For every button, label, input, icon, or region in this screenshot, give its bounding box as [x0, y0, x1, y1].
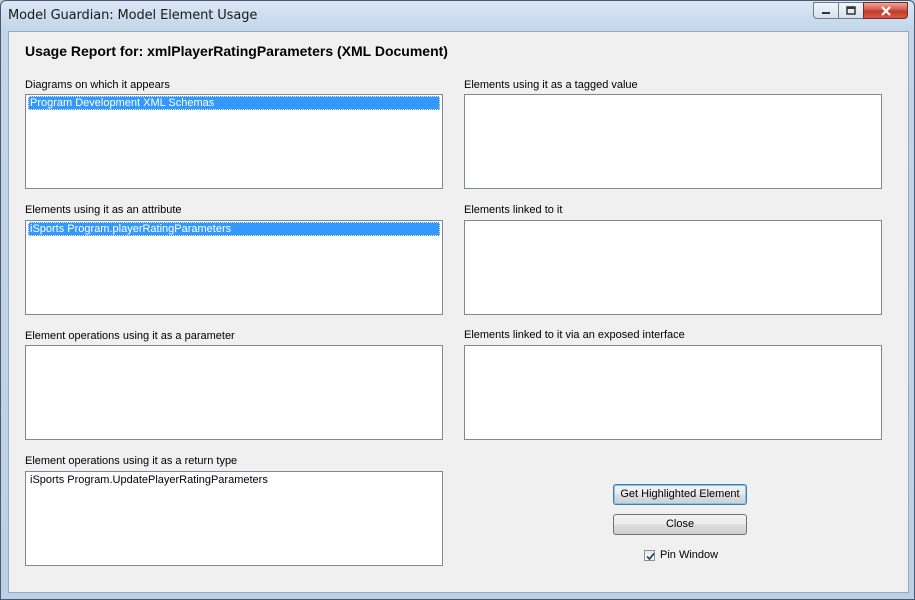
tagged-value-listbox[interactable] — [464, 94, 882, 189]
minimize-icon — [822, 11, 830, 14]
exposed-interface-label: Elements linked to it via an exposed int… — [464, 329, 685, 341]
report-title: Usage Report for: xmlPlayerRatingParamet… — [25, 43, 448, 59]
checkmark-icon — [646, 552, 655, 560]
window-title: Model Guardian: Model Element Usage — [8, 8, 258, 23]
close-window-button[interactable] — [863, 2, 908, 19]
pin-window-checkbox[interactable]: Pin Window — [644, 549, 718, 561]
linked-listbox[interactable] — [464, 220, 882, 315]
diagrams-label: Diagrams on which it appears — [25, 79, 170, 91]
list-item[interactable]: Program Development XML Schemas — [28, 96, 440, 110]
parameter-listbox[interactable] — [25, 345, 443, 440]
return-type-label: Element operations using it as a return … — [25, 455, 238, 467]
return-type-listbox[interactable]: iSports Program.UpdatePlayerRatingParame… — [25, 471, 443, 566]
pin-window-label: Pin Window — [660, 549, 719, 561]
tagged-value-label: Elements using it as a tagged value — [464, 79, 638, 91]
list-item[interactable]: iSports Program.UpdatePlayerRatingParame… — [28, 473, 440, 487]
window-controls — [813, 2, 908, 19]
parameter-label: Element operations using it as a paramet… — [25, 330, 235, 342]
client-area: Usage Report for: xmlPlayerRatingParamet… — [8, 31, 909, 593]
close-icon — [880, 5, 891, 16]
list-item[interactable]: iSports Program.playerRatingParameters — [28, 222, 440, 236]
maximize-button[interactable] — [838, 2, 864, 19]
attribute-label: Elements using it as an attribute — [25, 204, 182, 216]
model-usage-window: Model Guardian: Model Element Usage Usag… — [0, 0, 915, 600]
exposed-interface-listbox[interactable] — [464, 345, 882, 440]
get-highlighted-element-button[interactable]: Get Highlighted Element — [613, 484, 747, 505]
attribute-listbox[interactable]: iSports Program.playerRatingParameters — [25, 220, 443, 315]
pin-window-checkbox-box[interactable] — [644, 549, 655, 561]
diagrams-listbox[interactable]: Program Development XML Schemas — [25, 94, 443, 189]
linked-label: Elements linked to it — [464, 204, 563, 216]
maximize-icon — [846, 6, 856, 15]
title-bar[interactable]: Model Guardian: Model Element Usage — [1, 1, 914, 29]
minimize-button[interactable] — [813, 2, 839, 19]
close-button[interactable]: Close — [613, 514, 747, 535]
